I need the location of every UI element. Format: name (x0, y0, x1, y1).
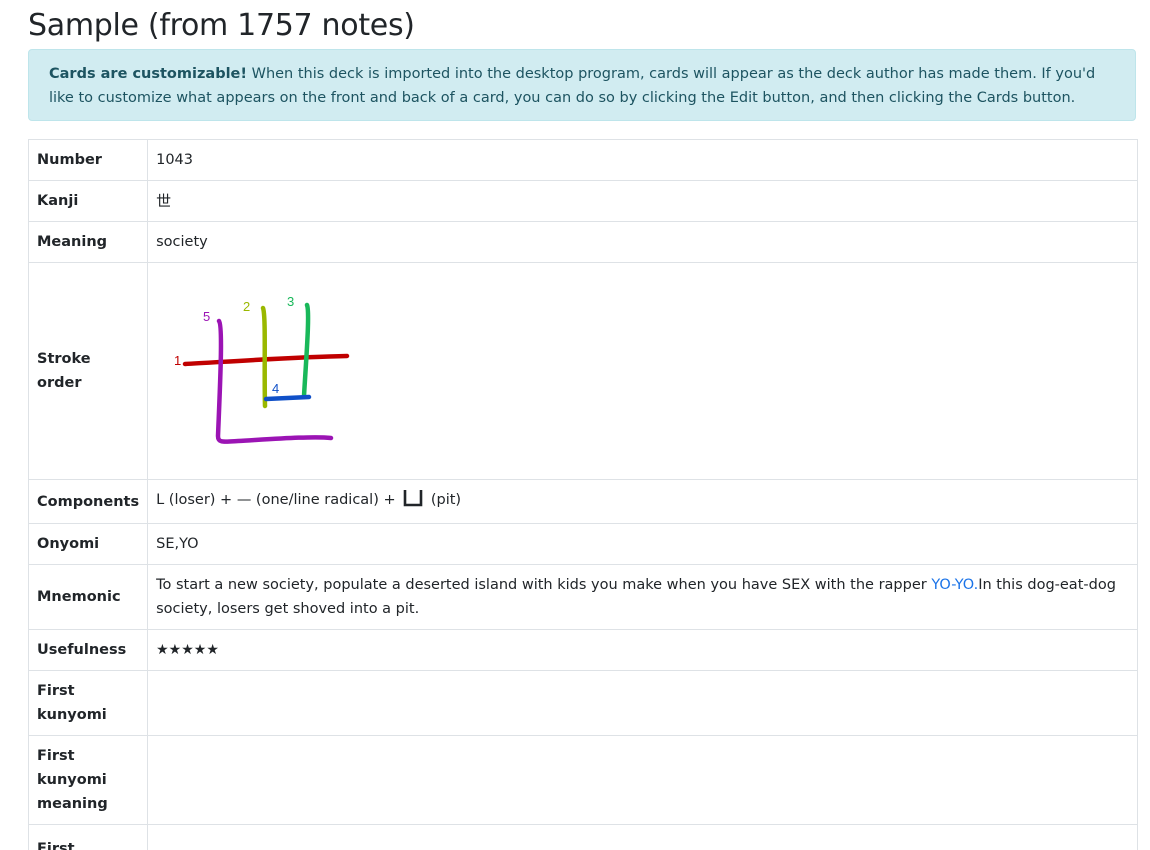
field-value-first-kunyomi-meaning (147, 735, 1138, 825)
table-row: Onyomi SE,YO (27, 523, 1138, 565)
field-value-usefulness: ★★★★★ (147, 629, 1138, 671)
field-label-onyomi: Onyomi (27, 523, 149, 565)
field-label-mnemonic: Mnemonic (27, 564, 149, 630)
field-label-number: Number (27, 139, 149, 181)
customize-alert: Cards are customizable! When this deck i… (28, 49, 1136, 121)
alert-strong: Cards are customizable! (49, 66, 247, 82)
table-row: Stroke order 1 2 3 4 5 (27, 262, 1138, 480)
table-row: First kunyomi meaning (27, 735, 1138, 825)
field-value-first-next (147, 824, 1138, 850)
components-part2: — (one/line radical) + (236, 491, 401, 508)
field-value-number: 1043 (147, 139, 1138, 181)
table-row: Usefulness ★★★★★ (27, 629, 1138, 671)
table-row: Mnemonic To start a new society, populat… (27, 564, 1138, 630)
table-row: Components L (loser) + — (one/line radic… (27, 479, 1138, 524)
field-value-mnemonic: To start a new society, populate a deser… (147, 564, 1138, 630)
stroke-number-1: 1 (174, 353, 181, 368)
field-label-usefulness: Usefulness (27, 629, 149, 671)
stroke-number-2: 2 (243, 299, 250, 314)
field-value-meaning: society (147, 221, 1138, 263)
field-label-first-kunyomi: First kunyomi (27, 670, 149, 736)
stroke-number-3: 3 (287, 294, 294, 309)
mnemonic-link[interactable]: YO-YO. (931, 577, 978, 593)
field-value-first-kunyomi (147, 670, 1138, 736)
field-value-stroke-order: 1 2 3 4 5 (147, 262, 1138, 480)
field-label-first-next: First (27, 824, 149, 850)
field-value-onyomi: SE,YO (147, 523, 1138, 565)
stroke-2 (260, 305, 268, 409)
table-row: First (27, 824, 1138, 850)
table-row: First kunyomi (27, 670, 1138, 736)
fields-table: Number 1043 Kanji 世 Meaning society Stro… (27, 139, 1138, 850)
page: Sample (from 1757 notes) Cards are custo… (0, 0, 1150, 850)
table-row: Meaning society (27, 221, 1138, 263)
field-label-first-kunyomi-meaning: First kunyomi meaning (27, 735, 149, 825)
table-row: Kanji 世 (27, 180, 1138, 222)
field-value-components: L (loser) + — (one/line radical) + (pit) (147, 479, 1138, 524)
field-label-kanji: Kanji (27, 180, 149, 222)
stroke-order-diagram: 1 2 3 4 5 (174, 294, 350, 444)
field-label-meaning: Meaning (27, 221, 149, 263)
page-title: Sample (from 1757 notes) (28, 8, 415, 43)
stroke-number-5: 5 (203, 309, 210, 324)
pit-radical-icon (402, 488, 424, 516)
mnemonic-text-before: To start a new society, populate a deser… (156, 577, 932, 593)
components-part1: L (loser) + (156, 491, 237, 508)
stroke-number-4: 4 (272, 381, 279, 396)
field-value-kanji: 世 (147, 180, 1138, 222)
stroke-3 (301, 302, 311, 399)
stroke-4 (263, 394, 312, 402)
table-row: Number 1043 (27, 139, 1138, 181)
field-label-components: Components (27, 479, 149, 524)
components-part3: (pit) (426, 491, 462, 508)
field-label-stroke-order: Stroke order (27, 262, 149, 480)
